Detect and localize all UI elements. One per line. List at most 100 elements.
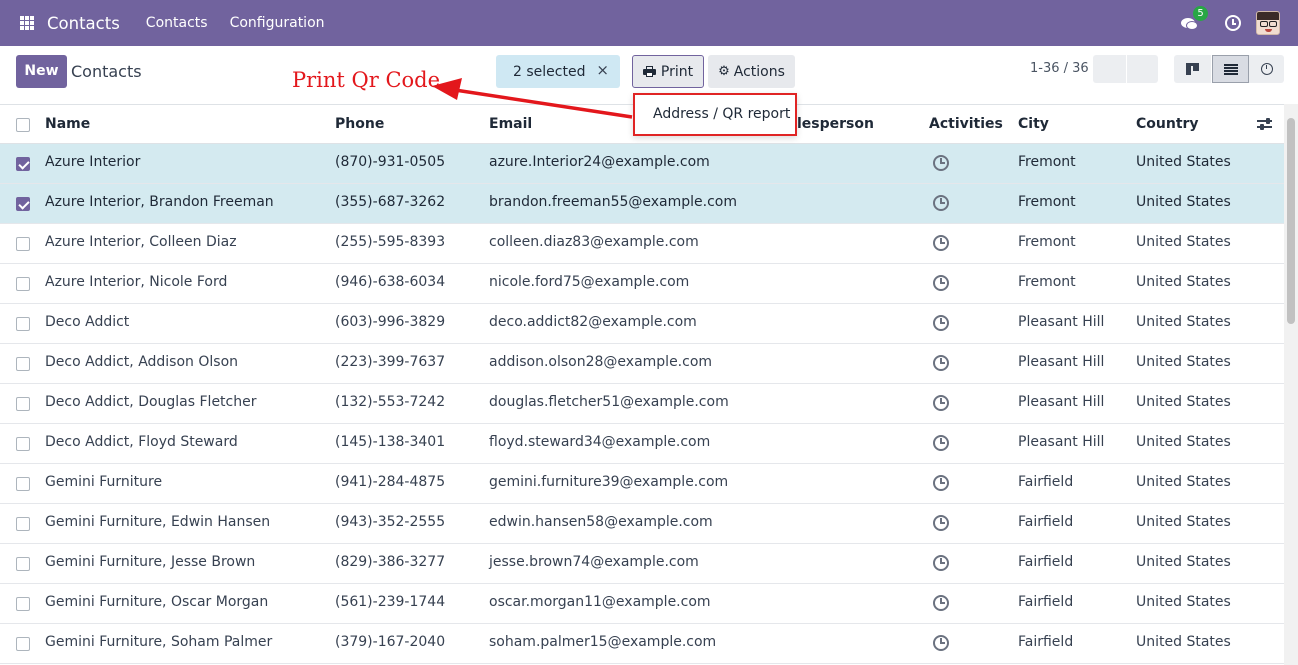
activity-clock-icon[interactable] <box>1225 15 1241 31</box>
print-label: Print <box>660 63 694 80</box>
table-row[interactable]: Azure Interior (870)-931-0505 azure.Interi… <box>0 144 1284 184</box>
cell-email: nicole.ford75@example.com <box>489 274 690 290</box>
cell-name: Gemini Furniture, Jesse Brown <box>45 554 256 570</box>
activity-clock-icon[interactable] <box>933 595 949 611</box>
row-checkbox[interactable] <box>16 437 30 451</box>
table-row[interactable]: Azure Interior, Brandon Freeman (355)-687… <box>0 184 1284 224</box>
pager-value[interactable]: 1-36 / 36 <box>1030 61 1089 76</box>
row-checkbox[interactable] <box>16 637 30 651</box>
table-row[interactable]: Gemini Furniture, Soham Palmer (379)-167-… <box>0 624 1284 664</box>
cell-email: gemini.furniture39@example.com <box>489 474 729 490</box>
table-row[interactable]: Gemini Furniture (941)-284-4875 gemini.fur… <box>0 464 1284 504</box>
table-body: Azure Interior (870)-931-0505 azure.Interi… <box>0 144 1284 664</box>
cell-country: United States <box>1136 394 1231 410</box>
cell-city: Fairfield <box>1018 514 1074 530</box>
cell-phone: (255)-595-8393 <box>335 234 446 250</box>
address-qr-report-item[interactable]: Address / QR report <box>653 106 790 122</box>
table-row[interactable]: Gemini Furniture, Edwin Hansen (943)-352-… <box>0 504 1284 544</box>
table-row[interactable]: Deco Addict (603)-996-3829 deco.addict82@e… <box>0 304 1284 344</box>
activity-clock-icon[interactable] <box>933 355 949 371</box>
menu-contacts[interactable]: Contacts <box>146 15 208 31</box>
header-phone[interactable]: Phone <box>335 116 384 132</box>
cell-phone: (829)-386-3277 <box>335 554 446 570</box>
table-row[interactable]: Deco Addict, Addison Olson (223)-399-7637… <box>0 344 1284 384</box>
row-checkbox[interactable] <box>16 157 30 171</box>
scrollbar-thumb[interactable] <box>1287 118 1295 324</box>
activity-clock-icon[interactable] <box>933 435 949 451</box>
optional-columns-icon[interactable] <box>1257 118 1272 130</box>
cell-name: Azure Interior, Brandon Freeman <box>45 194 274 210</box>
cell-phone: (946)-638-6034 <box>335 274 446 290</box>
row-checkbox[interactable] <box>16 277 30 291</box>
header-country[interactable]: Country <box>1136 116 1199 132</box>
selection-indicator: 2 selected × <box>496 55 620 88</box>
cell-phone: (941)-284-4875 <box>335 474 446 490</box>
cell-country: United States <box>1136 474 1231 490</box>
table-row[interactable]: Azure Interior, Nicole Ford (946)-638-603… <box>0 264 1284 304</box>
contacts-table: Name Phone Email lesperson Activities Ci… <box>0 104 1284 664</box>
cell-name: Azure Interior, Colleen Diaz <box>45 234 237 250</box>
view-activity-button[interactable] <box>1249 55 1284 83</box>
print-button[interactable]: Print <box>632 55 704 88</box>
cell-country: United States <box>1136 274 1231 290</box>
cell-country: United States <box>1136 154 1231 170</box>
activity-clock-icon[interactable] <box>933 635 949 651</box>
vertical-scrollbar[interactable] <box>1284 104 1298 665</box>
actions-button[interactable]: ⚙ Actions <box>708 55 795 88</box>
app-brand[interactable]: Contacts <box>47 14 120 33</box>
pager-previous-button[interactable] <box>1093 55 1126 83</box>
breadcrumb: Contacts <box>71 62 142 81</box>
activity-clock-icon[interactable] <box>933 475 949 491</box>
apps-menu-icon[interactable] <box>20 16 34 30</box>
header-city[interactable]: City <box>1018 116 1049 132</box>
cell-name: Azure Interior, Nicole Ford <box>45 274 228 290</box>
new-button[interactable]: New <box>16 55 67 88</box>
header-name[interactable]: Name <box>45 116 90 132</box>
activity-clock-icon[interactable] <box>933 395 949 411</box>
chat-icon[interactable]: 5 <box>1181 6 1208 33</box>
activity-clock-icon[interactable] <box>933 555 949 571</box>
actions-label: Actions <box>733 63 785 80</box>
row-checkbox[interactable] <box>16 317 30 331</box>
cell-country: United States <box>1136 434 1231 450</box>
row-checkbox[interactable] <box>16 237 30 251</box>
row-checkbox[interactable] <box>16 557 30 571</box>
activity-clock-icon[interactable] <box>933 315 949 331</box>
cell-name: Deco Addict, Floyd Steward <box>45 434 238 450</box>
clock-icon <box>1260 63 1273 75</box>
row-checkbox[interactable] <box>16 357 30 371</box>
row-checkbox[interactable] <box>16 397 30 411</box>
cell-city: Pleasant Hill <box>1018 354 1105 370</box>
activity-clock-icon[interactable] <box>933 195 949 211</box>
header-activities[interactable]: Activities <box>929 116 1003 132</box>
table-row[interactable]: Gemini Furniture, Oscar Morgan (561)-239-… <box>0 584 1284 624</box>
cell-phone: (943)-352-2555 <box>335 514 446 530</box>
select-all-checkbox[interactable] <box>16 118 30 132</box>
table-row[interactable]: Gemini Furniture, Jesse Brown (829)-386-3… <box>0 544 1284 584</box>
activity-clock-icon[interactable] <box>933 235 949 251</box>
row-checkbox[interactable] <box>16 517 30 531</box>
activity-clock-icon[interactable] <box>933 515 949 531</box>
row-checkbox[interactable] <box>16 597 30 611</box>
activity-clock-icon[interactable] <box>933 275 949 291</box>
header-email[interactable]: Email <box>489 116 532 132</box>
header-salesperson[interactable]: lesperson <box>797 116 874 132</box>
pager-next-button[interactable] <box>1127 55 1158 83</box>
cell-phone: (870)-931-0505 <box>335 154 446 170</box>
view-kanban-button[interactable] <box>1174 55 1211 83</box>
table-row[interactable]: Deco Addict, Floyd Steward (145)-138-3401… <box>0 424 1284 464</box>
activity-clock-icon[interactable] <box>933 155 949 171</box>
table-row[interactable]: Azure Interior, Colleen Diaz (255)-595-83… <box>0 224 1284 264</box>
row-checkbox[interactable] <box>16 197 30 211</box>
row-checkbox[interactable] <box>16 477 30 491</box>
selected-count: 2 selected <box>513 63 586 80</box>
cell-phone: (223)-399-7637 <box>335 354 446 370</box>
cell-country: United States <box>1136 594 1231 610</box>
menu-configuration[interactable]: Configuration <box>230 15 325 31</box>
gear-icon: ⚙ <box>718 64 730 79</box>
cell-email: addison.olson28@example.com <box>489 354 713 370</box>
clear-selection-icon[interactable]: × <box>596 61 609 79</box>
user-avatar[interactable] <box>1256 11 1280 35</box>
table-row[interactable]: Deco Addict, Douglas Fletcher (132)-553-7… <box>0 384 1284 424</box>
view-list-button[interactable] <box>1212 55 1249 83</box>
